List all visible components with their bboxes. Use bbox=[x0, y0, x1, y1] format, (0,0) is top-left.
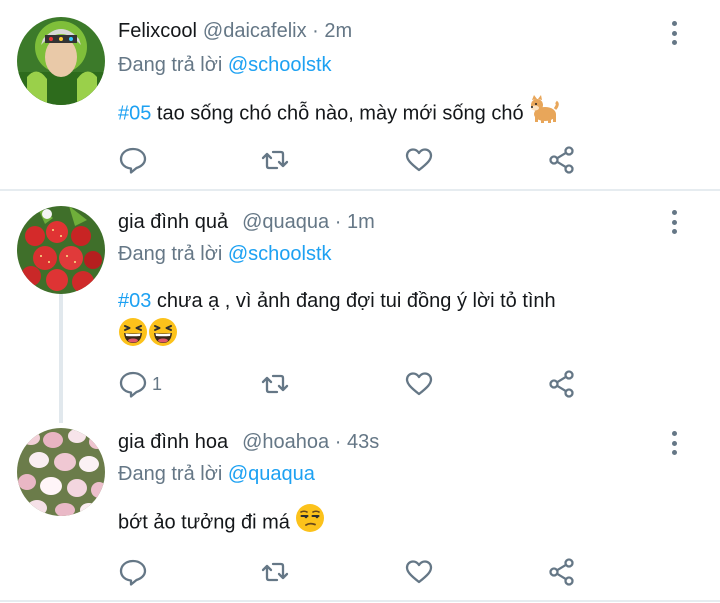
replying-label: Đang trả lời bbox=[118, 54, 223, 76]
tweet-header: gia đình hoa @hoahoa · 43s bbox=[118, 431, 379, 454]
separator: · bbox=[334, 431, 342, 453]
like-button[interactable] bbox=[404, 369, 434, 399]
share-icon bbox=[549, 146, 574, 174]
replying-to: Đang trả lời @quaqua bbox=[118, 463, 315, 486]
more-icon[interactable] bbox=[664, 428, 684, 458]
action-bar bbox=[118, 557, 588, 587]
share-icon bbox=[549, 558, 574, 586]
dog-emoji bbox=[529, 94, 559, 134]
reply-count: 1 bbox=[152, 373, 163, 394]
display-name[interactable]: gia đình quả bbox=[118, 211, 228, 233]
share-button[interactable] bbox=[547, 369, 577, 399]
reply-icon bbox=[119, 147, 147, 174]
avatar[interactable] bbox=[17, 206, 105, 294]
avatar[interactable] bbox=[17, 17, 105, 105]
separator: · bbox=[312, 20, 319, 42]
retweet-button[interactable] bbox=[260, 369, 290, 399]
separator: · bbox=[334, 211, 342, 233]
unamused-emoji bbox=[295, 503, 325, 543]
reply-button[interactable] bbox=[118, 145, 152, 175]
divider bbox=[0, 600, 720, 602]
avatar[interactable] bbox=[17, 428, 105, 516]
tweet-body: tao sống chó chỗ nào, mày mới sống chó bbox=[151, 102, 530, 125]
like-button[interactable] bbox=[404, 557, 434, 587]
tweet[interactable]: gia đình quả @quaqua · 1m Đang trả lời @s… bbox=[0, 191, 720, 423]
display-name[interactable]: Felixcool bbox=[118, 20, 197, 42]
tweet[interactable]: gia đình hoa @hoahoa · 43s Đang trả lời @… bbox=[0, 414, 720, 601]
reply-icon bbox=[119, 371, 147, 398]
tweet-text: #03 chưa ạ , vì ảnh đang đợi tui đồng ý … bbox=[118, 285, 688, 357]
share-button[interactable] bbox=[547, 145, 577, 175]
tweet-text: #05 tao sống chó chỗ nào, mày mới sống c… bbox=[118, 94, 688, 134]
timestamp[interactable]: 43s bbox=[347, 431, 379, 453]
mention-link[interactable]: @schoolstk bbox=[228, 54, 332, 76]
more-icon[interactable] bbox=[664, 18, 684, 48]
like-button[interactable] bbox=[404, 145, 434, 175]
user-handle[interactable]: @quaqua bbox=[242, 211, 329, 233]
reply-button[interactable]: 1 bbox=[118, 369, 162, 399]
reply-button[interactable] bbox=[118, 557, 152, 587]
reply-icon bbox=[119, 559, 147, 586]
retweet-icon bbox=[261, 150, 289, 170]
replying-to: Đang trả lời @schoolstk bbox=[118, 54, 332, 77]
like-icon bbox=[405, 560, 433, 584]
share-button[interactable] bbox=[547, 557, 577, 587]
timestamp[interactable]: 2m bbox=[324, 20, 352, 42]
replying-to: Đang trả lời @schoolstk bbox=[118, 243, 332, 266]
replying-label: Đang trả lời bbox=[118, 243, 223, 265]
replying-label: Đang trả lời bbox=[118, 463, 223, 485]
display-name[interactable]: gia đình hoa bbox=[118, 431, 228, 453]
like-icon bbox=[405, 148, 433, 172]
tweet-header: gia đình quả @quaqua · 1m bbox=[118, 211, 375, 234]
retweet-icon bbox=[261, 374, 289, 394]
tweet-header: Felixcool @daicafelix · 2m bbox=[118, 20, 352, 43]
hashtag-link[interactable]: #05 bbox=[118, 102, 151, 124]
mention-link[interactable]: @quaqua bbox=[228, 463, 315, 485]
retweet-button[interactable] bbox=[260, 145, 290, 175]
action-bar: 1 bbox=[118, 369, 588, 399]
laughing-emoji bbox=[148, 317, 178, 357]
user-handle[interactable]: @hoahoa bbox=[242, 431, 329, 453]
hashtag-link[interactable]: #03 bbox=[118, 290, 151, 312]
mention-link[interactable]: @schoolstk bbox=[228, 243, 332, 265]
user-handle[interactable]: @daicafelix bbox=[203, 20, 307, 42]
share-icon bbox=[549, 370, 574, 398]
thread-line bbox=[59, 291, 63, 423]
laughing-emoji bbox=[118, 317, 148, 357]
tweet-text: bớt ảo tưởng đi má bbox=[118, 503, 688, 543]
more-icon[interactable] bbox=[664, 207, 684, 237]
tweet-body: chưa ạ , vì ảnh đang đợi tui đồng ý lời … bbox=[151, 290, 556, 312]
tweet-body: bớt ảo tưởng đi má bbox=[118, 511, 296, 534]
timestamp[interactable]: 1m bbox=[347, 211, 375, 233]
retweet-button[interactable] bbox=[260, 557, 290, 587]
action-bar bbox=[118, 145, 588, 175]
tweet[interactable]: Felixcool @daicafelix · 2m Đang trả lời @… bbox=[0, 0, 720, 190]
retweet-icon bbox=[261, 562, 289, 582]
like-icon bbox=[405, 372, 433, 396]
